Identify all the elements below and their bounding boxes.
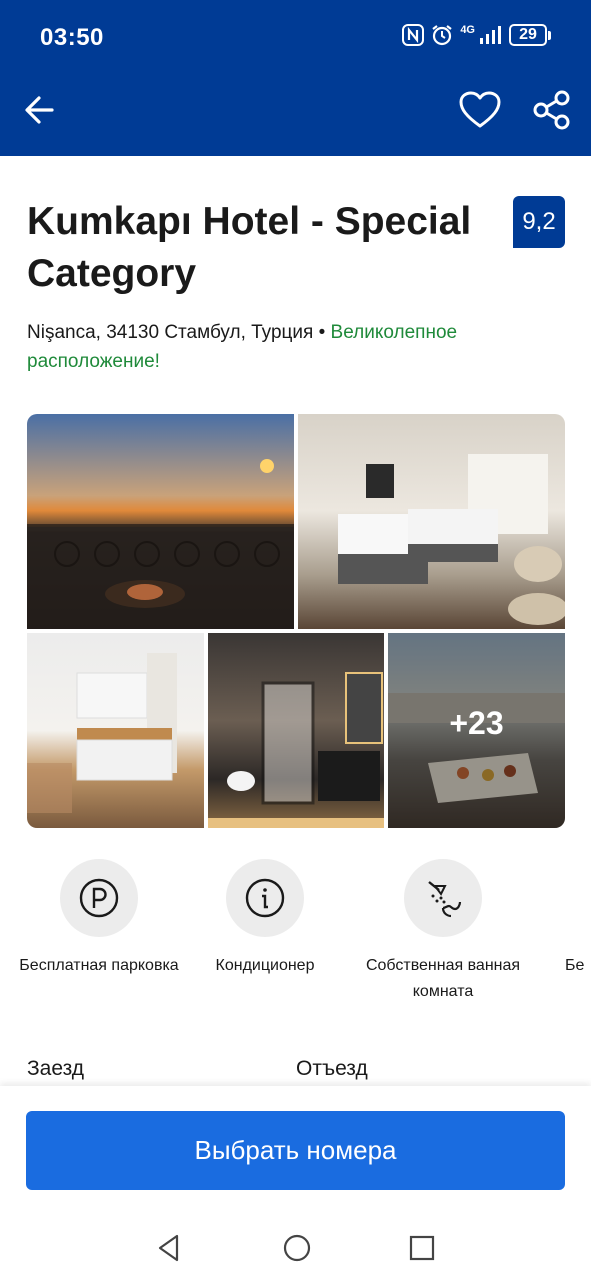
system-back-button[interactable] [155, 1233, 185, 1266]
system-recent-button[interactable] [407, 1233, 437, 1266]
system-home-button[interactable] [282, 1233, 312, 1266]
parking-icon [79, 878, 119, 918]
review-score-badge[interactable]: 9,2 [513, 196, 565, 248]
hotel-name: Kumkapı Hotel - Special Category [27, 200, 472, 295]
info-icon [245, 878, 285, 918]
checkout-label[interactable]: Отъезд [296, 1057, 368, 1081]
facility-air-conditioning: Кондиционер [205, 859, 325, 979]
photo-breakfast-terrace[interactable]: +23 [388, 633, 565, 828]
photo-balcony-sunset[interactable] [27, 414, 294, 629]
shower-icon [428, 881, 462, 918]
arrow-back-icon [25, 96, 54, 124]
system-navigation-bar [0, 1216, 591, 1280]
address-separator: • [313, 322, 331, 343]
nav-home-icon [283, 1234, 311, 1262]
checkin-label[interactable]: Заезд [27, 1057, 84, 1081]
facility-label: Кондиционер [215, 957, 315, 974]
facility-label: Собственная ванная комната [365, 957, 521, 1000]
select-rooms-button[interactable]: Выбрать номера [26, 1111, 565, 1190]
photo-bedroom[interactable] [298, 414, 565, 629]
network-label: 4G [460, 24, 475, 36]
signal-icon [479, 25, 503, 45]
alarm-icon [430, 24, 454, 46]
status-icons: 4G 29 [402, 24, 551, 46]
nav-back-icon [158, 1234, 179, 1262]
hotel-address[interactable]: Nişanca, 34130 Стамбул, Турция • Великол… [27, 318, 527, 376]
facility-partial: Бе [565, 859, 591, 979]
more-photos-count[interactable]: +23 [388, 633, 565, 828]
photo-bathroom[interactable] [208, 633, 384, 828]
facility-label: Бе [565, 957, 585, 974]
back-button[interactable] [22, 90, 56, 133]
status-time: 03:50 [40, 24, 104, 51]
facility-label: Бесплатная парковка [19, 957, 179, 974]
facility-private-bathroom: Собственная ванная комната [354, 859, 532, 1005]
share-button[interactable] [532, 90, 572, 133]
address-text: Nişanca, 34130 Стамбул, Турция [27, 322, 314, 343]
battery-level: 29 [509, 24, 547, 46]
bottom-action-bar: Выбрать номера [0, 1086, 591, 1216]
heart-icon [459, 91, 501, 128]
favorite-button[interactable] [458, 90, 502, 133]
photo-gallery[interactable]: +23 [27, 414, 565, 828]
app-header: 03:50 4G 29 [0, 0, 591, 156]
battery-icon: 29 [509, 24, 551, 46]
facility-free-parking: Бесплатная парковка [10, 859, 188, 979]
nav-recent-icon [409, 1235, 435, 1261]
share-icon [533, 90, 570, 130]
photo-kitchen[interactable] [27, 633, 204, 828]
nfc-icon [402, 24, 425, 46]
